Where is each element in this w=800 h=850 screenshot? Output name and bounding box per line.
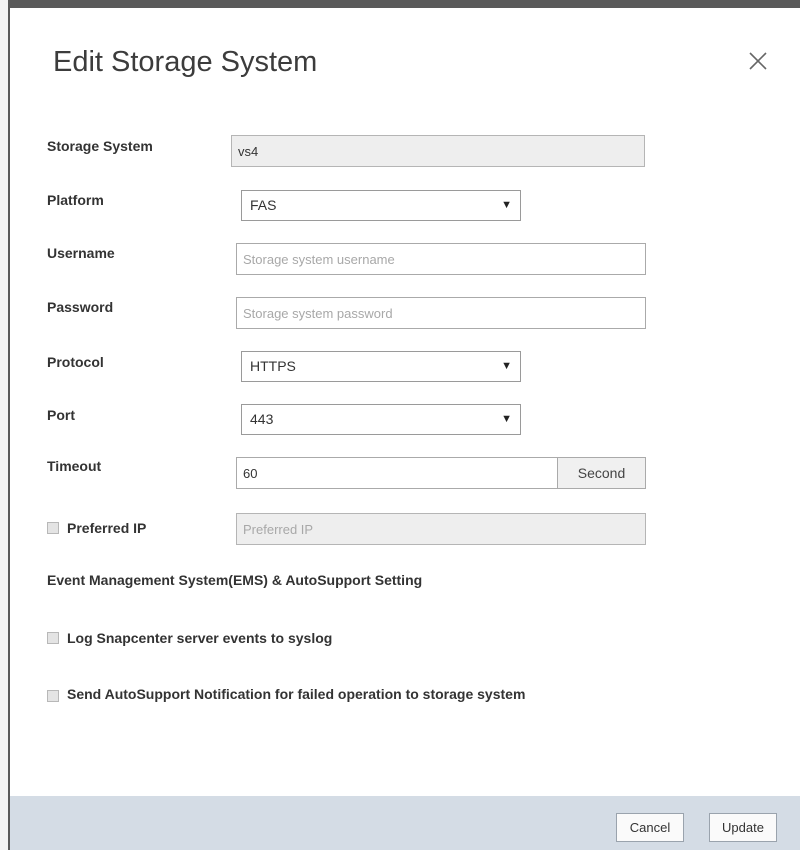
chevron-down-icon: ▼: [501, 413, 512, 425]
cancel-button[interactable]: Cancel: [616, 813, 684, 842]
preferred-ip-field: [236, 513, 646, 545]
platform-value: FAS: [250, 197, 277, 213]
log-syslog-label: Log Snapcenter server events to syslog: [67, 630, 333, 646]
autosupport-label: Send AutoSupport Notification for failed…: [67, 686, 526, 702]
username-label: Username: [47, 245, 115, 261]
close-icon[interactable]: [745, 48, 771, 74]
protocol-select[interactable]: HTTPS ▼: [241, 351, 521, 382]
storage-system-field: [231, 135, 645, 167]
chevron-down-icon: ▼: [501, 360, 512, 372]
protocol-label: Protocol: [47, 354, 104, 370]
edit-storage-system-dialog: Edit Storage System Storage System Platf…: [10, 8, 800, 850]
preferred-ip-checkbox[interactable]: [47, 522, 59, 534]
port-select[interactable]: 443 ▼: [241, 404, 521, 435]
window-left-border: [0, 0, 10, 850]
port-value: 443: [250, 411, 274, 427]
timeout-input[interactable]: [236, 457, 558, 489]
log-syslog-checkbox[interactable]: [47, 632, 59, 644]
timeout-label: Timeout: [47, 458, 102, 474]
timeout-unit-addon: Second: [557, 457, 646, 489]
password-input[interactable]: [236, 297, 646, 329]
password-label: Password: [47, 299, 114, 315]
dialog-footer: Cancel Update: [10, 796, 800, 850]
port-label: Port: [47, 407, 75, 423]
username-input[interactable]: [236, 243, 646, 275]
window-top-border: [0, 0, 800, 8]
dialog-title: Edit Storage System: [53, 46, 318, 78]
ems-section-heading: Event Management System(EMS) & AutoSuppo…: [47, 572, 423, 588]
platform-label: Platform: [47, 192, 104, 208]
preferred-ip-label: Preferred IP: [67, 520, 147, 536]
storage-system-label: Storage System: [47, 138, 153, 154]
autosupport-checkbox[interactable]: [47, 690, 59, 702]
protocol-value: HTTPS: [250, 358, 296, 374]
chevron-down-icon: ▼: [501, 199, 512, 211]
platform-select[interactable]: FAS ▼: [241, 190, 521, 221]
update-button[interactable]: Update: [709, 813, 777, 842]
